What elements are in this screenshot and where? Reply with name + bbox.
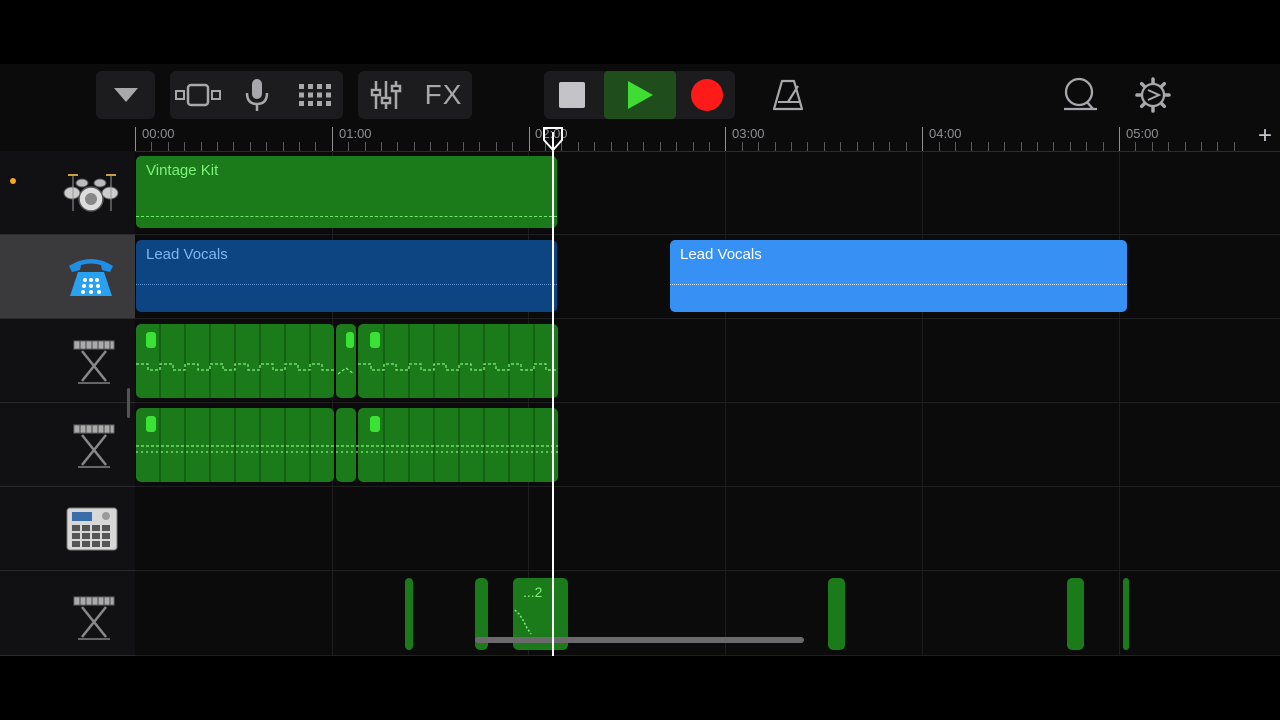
telephone-icon xyxy=(69,259,113,296)
region-lead-vocals-1[interactable]: Lead Vocals xyxy=(136,240,557,312)
region-vintage-kit[interactable]: Vintage Kit xyxy=(136,156,557,228)
track-header-drums[interactable] xyxy=(0,151,135,235)
keyboard-icon xyxy=(73,340,115,384)
view-toggle-icon xyxy=(175,83,221,107)
region-short[interactable] xyxy=(1067,578,1084,650)
record-button[interactable] xyxy=(679,71,735,119)
toolbar: FX xyxy=(0,64,1280,126)
garageband-screen: FX 00:00 01:00 03:00 04:00 05:00 + Vinta… xyxy=(0,64,1280,656)
play-icon xyxy=(628,81,653,109)
transport-group xyxy=(544,71,735,119)
header-resize-handle[interactable] xyxy=(127,388,130,418)
metronome-button[interactable] xyxy=(760,71,816,119)
region-short[interactable] xyxy=(828,578,845,650)
track-lane-keyboard-3[interactable]: ...2 xyxy=(135,571,1280,656)
ruler-ticks xyxy=(135,127,1235,151)
region-short[interactable] xyxy=(1123,578,1129,650)
track-tools-group xyxy=(170,71,343,119)
ruler-label: 04:00 xyxy=(929,126,962,141)
region-loop-keyboard-2[interactable] xyxy=(136,408,558,482)
stop-icon xyxy=(559,82,585,108)
track-lane-vocals[interactable]: Lead Vocals Lead Vocals xyxy=(135,235,1280,319)
track-header-keyboard-2[interactable] xyxy=(0,403,135,487)
region-waveform xyxy=(136,284,557,285)
microphone-icon xyxy=(245,79,269,111)
loop-icon xyxy=(1064,77,1097,111)
settings-icon xyxy=(1135,77,1171,113)
microphone-button[interactable] xyxy=(229,71,285,119)
playhead-handle[interactable] xyxy=(542,126,564,152)
track-header-keyboard-1[interactable] xyxy=(0,319,135,403)
track-lane-keyboard-1[interactable] xyxy=(135,319,1280,403)
region-label: ...2 xyxy=(523,584,543,600)
settings-button[interactable] xyxy=(1125,71,1181,119)
region-label: Lead Vocals xyxy=(680,246,762,263)
ruler-label: 05:00 xyxy=(1126,126,1159,141)
keyboard-icon xyxy=(73,596,115,640)
mixer-icon xyxy=(370,81,402,109)
drum-machine-icon xyxy=(66,507,118,551)
ruler-label: 01:00 xyxy=(339,126,372,141)
grid-button[interactable] xyxy=(286,71,343,119)
region-lead-vocals-2[interactable]: Lead Vocals xyxy=(670,240,1127,312)
ruler-label: 00:00 xyxy=(142,126,175,141)
record-icon xyxy=(691,79,723,111)
fx-icon: FX xyxy=(424,79,463,110)
region-loop-keyboard-1[interactable] xyxy=(136,324,558,398)
loop-browser-button[interactable] xyxy=(1052,71,1108,119)
region-waveform xyxy=(670,284,1127,285)
mixer-button[interactable] xyxy=(358,71,414,119)
chevron-down-icon xyxy=(113,88,138,102)
metronome-icon xyxy=(772,79,804,111)
horizontal-scrollbar[interactable] xyxy=(475,637,804,643)
track-header-keyboard-3[interactable] xyxy=(0,571,135,656)
keyboard-icon xyxy=(73,424,115,468)
ruler-label: 03:00 xyxy=(732,126,765,141)
browser-button-group xyxy=(96,71,155,119)
view-toggle-button[interactable] xyxy=(170,71,226,119)
browser-button[interactable] xyxy=(96,71,155,119)
drum-kit-icon xyxy=(63,174,119,212)
track-header-vocals[interactable] xyxy=(0,235,135,319)
mixer-fx-group: FX xyxy=(358,71,472,119)
track-lane-keyboard-2[interactable] xyxy=(135,403,1280,487)
region-label: Vintage Kit xyxy=(146,162,219,179)
track-activity-dot xyxy=(10,178,16,184)
playhead[interactable] xyxy=(552,132,554,656)
grid-icon xyxy=(298,84,331,106)
region-label: Lead Vocals xyxy=(146,246,228,263)
timeline-ruler[interactable]: 00:00 01:00 02:00 03:00 04:00 05:00 + xyxy=(135,122,1280,152)
play-button[interactable] xyxy=(604,71,676,119)
track-lane-drum-machine[interactable] xyxy=(135,487,1280,571)
fx-button[interactable]: FX xyxy=(415,71,472,119)
add-section-button[interactable]: + xyxy=(1258,122,1272,150)
stop-button[interactable] xyxy=(544,71,600,119)
track-header-drum-machine[interactable] xyxy=(0,487,135,571)
track-lane-drums[interactable]: Vintage Kit xyxy=(135,151,1280,235)
region-waveform xyxy=(136,216,557,217)
region-short[interactable] xyxy=(405,578,413,650)
